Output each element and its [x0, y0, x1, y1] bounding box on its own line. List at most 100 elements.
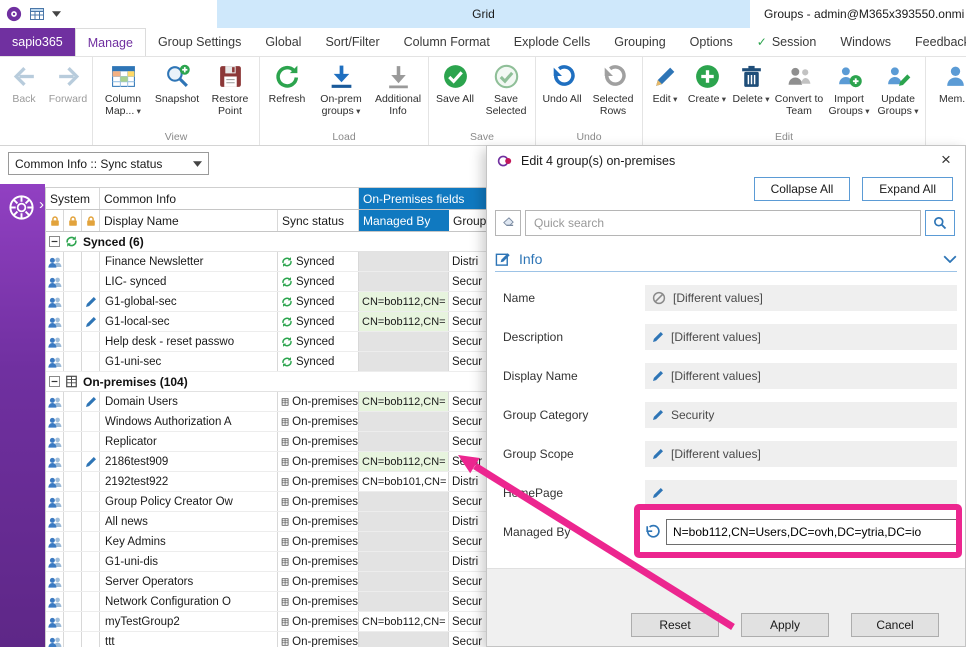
undo-all-button[interactable]: Undo All	[538, 60, 586, 105]
table-row[interactable]: Domain UsersOn-premisesCN=bob112,CN=Secu…	[46, 392, 487, 412]
clear-search-button[interactable]	[495, 210, 521, 236]
grid-window-icon[interactable]	[29, 6, 45, 22]
table-row[interactable]: myTestGroup2On-premisesCN=bob112,CN=Secu…	[46, 612, 487, 632]
tab-column-format[interactable]: Column Format	[392, 28, 502, 56]
managed-by-input[interactable]	[666, 519, 957, 545]
field-control-display-name[interactable]: [Different values]	[645, 363, 957, 389]
group-column-header[interactable]: Group	[449, 210, 487, 231]
table-row[interactable]: Windows Authorization AOn-premisesSecur	[46, 412, 487, 432]
lock-column-header[interactable]	[64, 210, 82, 231]
update-groups-button[interactable]: Update Groups ▾	[873, 60, 923, 118]
table-row[interactable]: 2192test922On-premisesCN=bob101,CN=Distr…	[46, 472, 487, 492]
table-row[interactable]: tttOn-premisesSecur	[46, 632, 487, 647]
forward-button[interactable]: Forward	[46, 60, 90, 105]
table-row[interactable]: G1-global-secSyncedCN=bob112,CN=Secur	[46, 292, 487, 312]
button-label: Update Groups ▾	[873, 93, 923, 118]
tab-feedback[interactable]: Feedback	[903, 28, 966, 56]
table-row[interactable]: All newsOn-premisesDistri	[46, 512, 487, 532]
mem-button[interactable]: Mem...	[928, 60, 966, 105]
table-row[interactable]: Server OperatorsOn-premisesSecur	[46, 572, 487, 592]
grid-header-on-premises-fields[interactable]: On-Premises fields	[359, 188, 487, 209]
tab-windows[interactable]: Windows	[828, 28, 903, 56]
on-prem-groups-button[interactable]: On-prem groups ▾	[312, 60, 370, 118]
additional-info-button[interactable]: Additional Info	[370, 60, 426, 118]
field-control-group-category[interactable]: Security	[645, 402, 957, 428]
tab-session[interactable]: ✓Session	[745, 28, 829, 56]
table-row[interactable]: G1-uni-secSyncedSecur	[46, 352, 487, 372]
table-row[interactable]: ReplicatorOn-premisesSecur	[46, 432, 487, 452]
import-groups-button[interactable]: Import Groups ▾	[825, 60, 873, 118]
collapse-all-button[interactable]: Collapse All	[754, 177, 851, 201]
tab-sort-filter[interactable]: Sort/Filter	[313, 28, 391, 56]
tab-global[interactable]: Global	[253, 28, 313, 56]
convert-to-team-button[interactable]: Convert to Team	[773, 60, 825, 118]
cancel-button[interactable]: Cancel	[851, 613, 939, 637]
tab-explode-cells[interactable]: Explode Cells	[502, 28, 602, 56]
status-label: On-premises	[292, 636, 358, 647]
table-row[interactable]: 2186test909On-premisesCN=bob112,CN=Secur	[46, 452, 487, 472]
managed-by-column-header[interactable]: Managed By	[359, 210, 449, 231]
save-selected-button[interactable]: Save Selected	[479, 60, 533, 118]
grid-header-system[interactable]: System	[46, 188, 100, 209]
grid-header-common-info[interactable]: Common Info	[100, 188, 359, 209]
field-control-group-scope[interactable]: [Different values]	[645, 441, 957, 467]
refresh-button[interactable]: Refresh	[262, 60, 312, 105]
close-icon[interactable]: ×	[935, 149, 957, 171]
table-row[interactable]: G1-local-secSyncedCN=bob112,CN=Secur	[46, 312, 487, 332]
back-button[interactable]: Back	[2, 60, 46, 105]
row-type-cell	[46, 592, 64, 611]
edit-button[interactable]: Edit ▾	[645, 60, 685, 105]
search-button[interactable]	[925, 210, 955, 236]
selected-rows-button[interactable]: Selected Rows	[586, 60, 640, 118]
info-section-header[interactable]: Info	[495, 246, 957, 272]
expand-all-button[interactable]: Expand All	[862, 177, 953, 201]
tab-sapio365[interactable]: sapio365	[0, 28, 75, 56]
display-name-column-header[interactable]: Display Name	[100, 210, 278, 231]
table-row[interactable]: Finance NewsletterSyncedDistri	[46, 252, 487, 272]
undo-icon[interactable]	[645, 524, 660, 539]
tab-manage[interactable]: Manage	[75, 28, 146, 56]
lock-column-header[interactable]	[46, 210, 64, 231]
sync-status-cell: Synced	[278, 352, 359, 371]
tab-options[interactable]: Options	[678, 28, 745, 56]
quick-access-caret-icon[interactable]	[52, 11, 61, 17]
apply-button[interactable]: Apply	[741, 613, 829, 637]
snapshot-button[interactable]: Snapshot	[151, 60, 203, 105]
group-type-icon	[48, 516, 62, 528]
table-row[interactable]: Help desk - reset passwoSyncedSecur	[46, 332, 487, 352]
create-button[interactable]: Create ▾	[685, 60, 729, 105]
button-label: Undo All	[542, 93, 581, 105]
chevron-down-icon[interactable]	[943, 255, 957, 263]
field-control-homepage[interactable]	[645, 480, 957, 506]
group-header-row[interactable]: Synced (6)	[46, 232, 487, 252]
tab-label: Feedback	[915, 35, 966, 49]
group-header-row[interactable]: On-premises (104)	[46, 372, 487, 392]
sync-status-column-header[interactable]: Sync status	[278, 210, 359, 231]
column-map-button[interactable]: Column Map... ▾	[95, 60, 151, 118]
field-label: HomePage	[487, 486, 645, 500]
status-label: Synced	[296, 356, 334, 368]
save-all-button[interactable]: Save All	[431, 60, 479, 105]
collapse-toggle-icon[interactable]	[49, 376, 60, 387]
lock-column-header[interactable]	[82, 210, 100, 231]
table-row[interactable]: G1-uni-disOn-premisesDistri	[46, 552, 487, 572]
table-row[interactable]: Group Policy Creator OwOn-premisesSecur	[46, 492, 487, 512]
collapse-toggle-icon[interactable]	[49, 236, 60, 247]
view-selector-dropdown[interactable]: Common Info :: Sync status	[8, 152, 209, 175]
reset-button[interactable]: Reset	[631, 613, 719, 637]
managed-by-cell: CN=bob112,CN=	[359, 292, 449, 311]
table-row[interactable]: Network Configuration OOn-premisesSecur	[46, 592, 487, 612]
field-control-description[interactable]: [Different values]	[645, 324, 957, 350]
delete-button[interactable]: Delete ▾	[729, 60, 773, 105]
on-prem-groups-icon	[328, 63, 355, 90]
search-input[interactable]	[525, 210, 921, 236]
table-row[interactable]: LIC- syncedSyncedSecur	[46, 272, 487, 292]
tab-group-settings[interactable]: Group Settings	[146, 28, 253, 56]
sidebar-expand-chevron[interactable]: ›	[39, 197, 44, 212]
field-control-name[interactable]: [Different values]	[645, 285, 957, 311]
restore-point-button[interactable]: Restore Point	[203, 60, 257, 118]
table-row[interactable]: Key AdminsOn-premisesSecur	[46, 532, 487, 552]
settings-gear-icon[interactable]	[7, 193, 36, 222]
tab-grouping[interactable]: Grouping	[602, 28, 677, 56]
on-premises-status-icon	[281, 436, 289, 448]
